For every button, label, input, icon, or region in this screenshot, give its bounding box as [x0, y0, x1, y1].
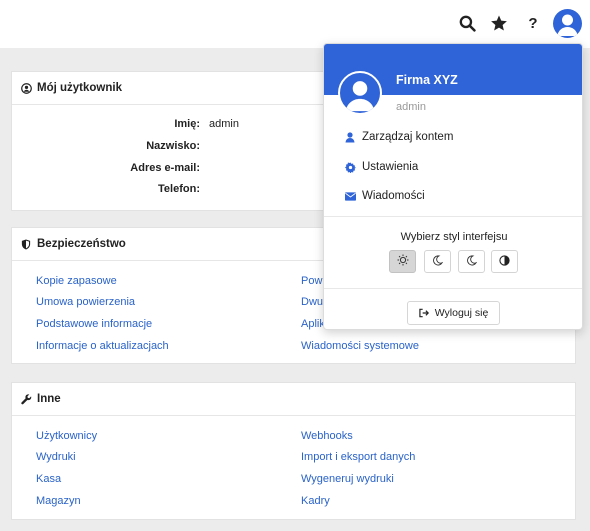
- link-system-messages[interactable]: Wiadomości systemowe: [301, 340, 419, 352]
- link-security-right-2[interactable]: Dwu: [301, 296, 323, 308]
- other-card-header: Inne: [12, 383, 575, 416]
- menu-item-label: Wiadomości: [362, 190, 425, 202]
- help-icon[interactable]: ?: [520, 10, 546, 36]
- link-security-right-1[interactable]: Powi: [301, 275, 325, 287]
- other-card: Inne Użytkownicy Wydruki Kasa Magazyn We…: [11, 382, 576, 520]
- link-update-info[interactable]: Informacje o aktualizacjach: [36, 340, 169, 352]
- link-backups[interactable]: Kopie zapasowe: [36, 275, 117, 287]
- field-value: admin: [209, 118, 239, 130]
- divider: [324, 216, 582, 217]
- moon-icon: [432, 254, 444, 269]
- contrast-icon: [499, 254, 510, 269]
- sun-icon: [397, 254, 409, 269]
- star-icon[interactable]: [486, 10, 512, 36]
- theme-picker-title: Wybierz styl interfejsu: [400, 231, 508, 243]
- link-users[interactable]: Użytkownicy: [36, 430, 97, 442]
- menu-item-label: Zarządzaj kontem: [362, 131, 454, 143]
- security-card-title: Bezpieczeństwo: [37, 238, 126, 250]
- envelope-icon: [344, 190, 356, 202]
- user-card-title: Mój użytkownik: [37, 82, 122, 94]
- wrench-icon: [20, 393, 32, 405]
- link-entrustment-agreement[interactable]: Umowa powierzenia: [36, 296, 135, 308]
- gear-icon: [344, 161, 356, 173]
- field-label: Telefon:: [158, 183, 200, 195]
- link-webhooks[interactable]: Webhooks: [301, 430, 353, 442]
- link-hr[interactable]: Kadry: [301, 495, 330, 507]
- link-warehouse[interactable]: Magazyn: [36, 495, 81, 507]
- theme-light-button[interactable]: [389, 250, 416, 273]
- user-dropdown-menu: Firma XYZ admin Zarządzaj kontem Ustawie…: [323, 43, 583, 330]
- moon-icon: [466, 254, 478, 269]
- other-card-title: Inne: [37, 393, 61, 405]
- field-label: Adres e-mail:: [130, 162, 200, 174]
- field-label: Imię:: [174, 118, 200, 130]
- link-cash[interactable]: Kasa: [36, 473, 61, 485]
- field-label: Nazwisko:: [146, 140, 200, 152]
- menu-item-messages[interactable]: Wiadomości: [344, 190, 425, 202]
- theme-dim-button[interactable]: [458, 250, 485, 273]
- menu-item-label: Ustawienia: [362, 161, 419, 173]
- theme-contrast-button[interactable]: [491, 250, 518, 273]
- link-prints[interactable]: Wydruki: [36, 451, 76, 463]
- divider: [324, 288, 582, 289]
- link-basic-info[interactable]: Podstawowe informacje: [36, 318, 152, 330]
- link-import-export[interactable]: Import i eksport danych: [301, 451, 415, 463]
- menu-item-manage-account[interactable]: Zarządzaj kontem: [344, 131, 453, 143]
- user-avatar-icon: [338, 71, 382, 115]
- top-bar: ?: [0, 0, 590, 48]
- theme-dark-button[interactable]: [424, 250, 451, 273]
- search-icon[interactable]: [454, 10, 480, 36]
- username: admin: [396, 101, 426, 113]
- user-avatar-icon[interactable]: [553, 9, 582, 38]
- user-icon: [344, 131, 356, 143]
- help-icon-glyph: ?: [528, 14, 538, 32]
- menu-item-settings[interactable]: Ustawienia: [344, 161, 418, 173]
- shield-icon: [20, 238, 32, 250]
- company-name: Firma XYZ: [396, 73, 458, 87]
- logout-button[interactable]: Wyloguj się: [407, 301, 500, 325]
- sign-out-icon: [419, 308, 430, 318]
- link-generate-prints[interactable]: Wygeneruj wydruki: [301, 473, 394, 485]
- link-security-right-3[interactable]: Aplik: [301, 318, 325, 330]
- logout-label: Wyloguj się: [434, 307, 489, 319]
- user-circle-icon: [20, 82, 32, 94]
